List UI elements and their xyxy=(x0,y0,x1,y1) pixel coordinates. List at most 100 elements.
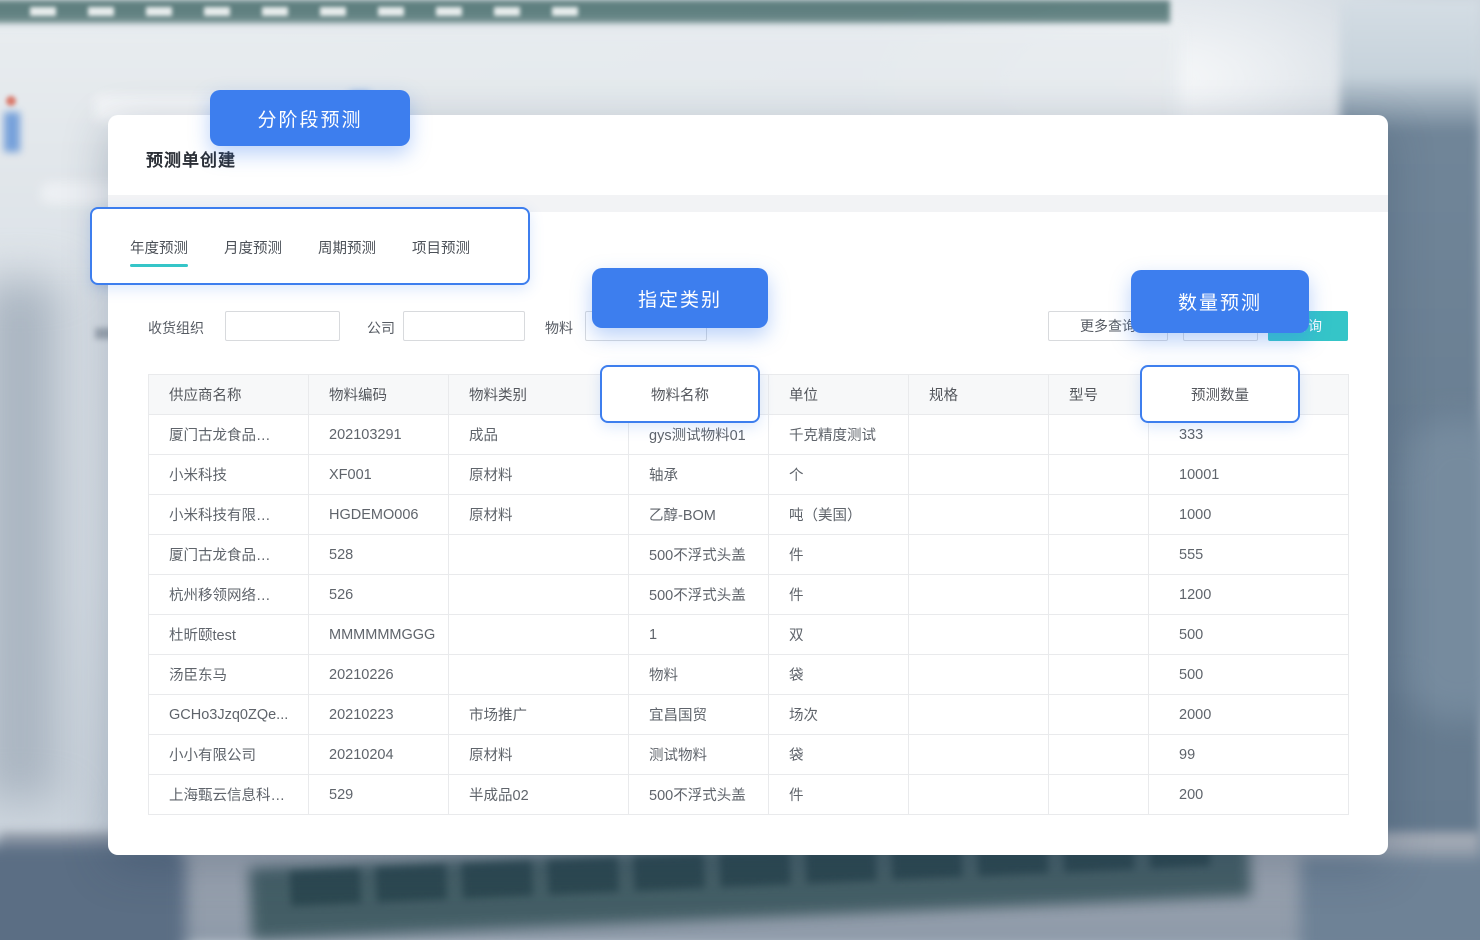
forecast-table: 供应商名称 物料编码 物料类别 单位 规格 型号 厦门古龙食品…20210329… xyxy=(148,374,1349,815)
table-cell xyxy=(449,535,629,575)
table-row[interactable]: GCHo3Jzq0ZQe...20210223市场推广宜昌国贸场次 2000 xyxy=(149,695,1349,735)
table-cell: 500不浮式头盖 xyxy=(629,575,769,615)
col-material-code: 物料编码 xyxy=(309,375,449,415)
table-cell: 袋 xyxy=(769,655,909,695)
receiving-org-input[interactable] xyxy=(225,311,340,341)
table-cell xyxy=(909,775,1049,815)
tab-annual-forecast[interactable]: 年度预测 xyxy=(130,237,188,267)
table-row[interactable]: 上海甄云信息科…529半成品02500不浮式头盖件200 xyxy=(149,775,1349,815)
col-supplier-name: 供应商名称 xyxy=(149,375,309,415)
table-row[interactable]: 杭州移领网络…526 500不浮式头盖件 1200 xyxy=(149,575,1349,615)
table-cell: 件 xyxy=(769,775,909,815)
table-cell xyxy=(909,455,1049,495)
bg-left-shade xyxy=(0,280,60,800)
table-cell xyxy=(1049,415,1149,455)
table-cell: 测试物料 xyxy=(629,735,769,775)
table-cell: HGDEMO006 xyxy=(309,495,449,535)
forecast-qty-header-callout: 预测数量 xyxy=(1140,365,1300,423)
bg-blue-element xyxy=(4,112,20,152)
table-row[interactable]: 小小有限公司20210204原材料测试物料袋99 xyxy=(149,735,1349,775)
table-cell: 202103291 xyxy=(309,415,449,455)
table-cell xyxy=(1049,615,1149,655)
forecast-type-tabs-callout: 年度预测 月度预测 周期预测 项目预测 xyxy=(90,207,530,285)
table-cell: 1 xyxy=(629,615,769,655)
table-cell: 千克精度测试 xyxy=(769,415,909,455)
table-cell: 市场推广 xyxy=(449,695,629,735)
table-cell xyxy=(1049,535,1149,575)
table-cell xyxy=(1049,495,1149,535)
table-row[interactable]: 小米科技有限…HGDEMO006原材料乙醇-BOM吨（美国）1000 xyxy=(149,495,1349,535)
table-row[interactable]: 杜昕颐testMMMMMMGGG 1双 500 xyxy=(149,615,1349,655)
table-cell: 500不浮式头盖 xyxy=(629,775,769,815)
table-cell: 2000 xyxy=(1149,695,1349,735)
table-cell: 宜昌国贸 xyxy=(629,695,769,735)
table-cell: 555 xyxy=(1149,535,1349,575)
bg-menubar-text xyxy=(30,7,590,16)
bg-browser-close-dot xyxy=(6,96,16,106)
table-row[interactable]: 小米科技XF001原材料轴承个10001 xyxy=(149,455,1349,495)
table-cell xyxy=(909,735,1049,775)
table-cell: 原材料 xyxy=(449,495,629,535)
table-cell: 轴承 xyxy=(629,455,769,495)
table-cell: 小米科技有限… xyxy=(149,495,309,535)
table-cell: 厦门古龙食品… xyxy=(149,415,309,455)
material-label: 物料 xyxy=(545,318,573,338)
table-cell: 20210226 xyxy=(309,655,449,695)
table-cell: 10001 xyxy=(1149,455,1349,495)
table-cell: 袋 xyxy=(769,735,909,775)
table-row[interactable]: 厦门古龙食品…528500不浮式头盖件555 xyxy=(149,535,1349,575)
table-cell xyxy=(909,655,1049,695)
company-label: 公司 xyxy=(367,318,395,338)
tab-row: 年度预测 月度预测 周期预测 项目预测 xyxy=(130,237,470,267)
table-cell: 小小有限公司 xyxy=(149,735,309,775)
table-cell: 件 xyxy=(769,575,909,615)
table-cell: 上海甄云信息科… xyxy=(149,775,309,815)
table-cell: 杜昕颐test xyxy=(149,615,309,655)
table-cell: 个 xyxy=(769,455,909,495)
tab-periodic-forecast[interactable]: 周期预测 xyxy=(318,237,376,267)
table-cell: 500 xyxy=(1149,615,1349,655)
table-cell xyxy=(909,695,1049,735)
bg-right-blob xyxy=(1400,420,1480,720)
phased-forecast-badge: 分阶段预测 xyxy=(210,90,410,146)
table-cell: MMMMMMGGG xyxy=(309,615,449,655)
specify-category-badge: 指定类别 xyxy=(592,268,768,328)
col-model: 型号 xyxy=(1049,375,1149,415)
table-cell: 20210204 xyxy=(309,735,449,775)
table-cell: 乙醇-BOM xyxy=(629,495,769,535)
table-cell xyxy=(1049,775,1149,815)
table-cell: 20210223 xyxy=(309,695,449,735)
table-cell: 1200 xyxy=(1149,575,1349,615)
table-cell xyxy=(449,615,629,655)
table-cell: 528 xyxy=(309,535,449,575)
table-cell: 半成品02 xyxy=(449,775,629,815)
table-cell xyxy=(449,575,629,615)
table-cell xyxy=(909,615,1049,655)
table-cell xyxy=(1049,655,1149,695)
tab-project-forecast[interactable]: 项目预测 xyxy=(412,237,470,267)
bg-bottom-right-blob xyxy=(1300,856,1480,940)
table-cell: 双 xyxy=(769,615,909,655)
table-cell xyxy=(909,415,1049,455)
table-row[interactable]: 汤臣东马20210226物料袋500 xyxy=(149,655,1349,695)
table-cell: 小米科技 xyxy=(149,455,309,495)
table-cell: 汤臣东马 xyxy=(149,655,309,695)
table-cell: 原材料 xyxy=(449,455,629,495)
table-cell xyxy=(909,535,1049,575)
col-unit: 单位 xyxy=(769,375,909,415)
table-cell: 526 xyxy=(309,575,449,615)
table-cell: 件 xyxy=(769,535,909,575)
table-cell: 厦门古龙食品… xyxy=(149,535,309,575)
table-cell: GCHo3Jzq0ZQe... xyxy=(149,695,309,735)
table-cell: 1000 xyxy=(1149,495,1349,535)
table-cell xyxy=(1049,695,1149,735)
table-cell xyxy=(449,655,629,695)
company-input[interactable] xyxy=(403,311,525,341)
tab-monthly-forecast[interactable]: 月度预测 xyxy=(224,237,282,267)
table-cell xyxy=(909,495,1049,535)
table-cell: 杭州移领网络… xyxy=(149,575,309,615)
table-cell: 99 xyxy=(1149,735,1349,775)
table-cell xyxy=(1049,575,1149,615)
page-title: 预测单创建 xyxy=(146,146,236,171)
table-cell: 场次 xyxy=(769,695,909,735)
